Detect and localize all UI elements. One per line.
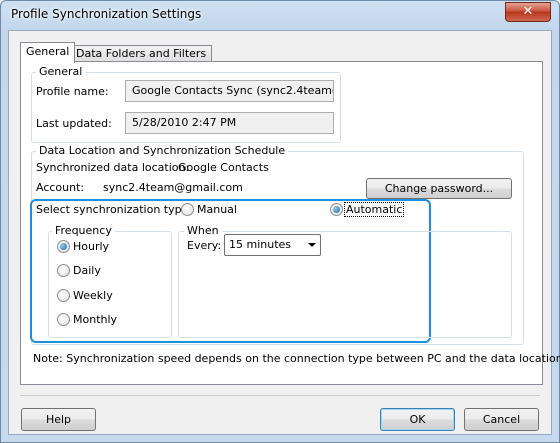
- tab-data-folders-and-filters[interactable]: Data Folders and Filters: [70, 45, 213, 62]
- close-button[interactable]: ✕: [505, 2, 551, 22]
- automatic-radio[interactable]: [330, 203, 343, 216]
- change-password-label: Change password...: [384, 182, 494, 195]
- automatic-radio-label[interactable]: Automatic: [344, 202, 405, 217]
- every-label: Every:: [187, 239, 222, 252]
- when-legend: When: [184, 224, 222, 237]
- ok-button[interactable]: OK: [380, 408, 455, 431]
- cancel-button-label: Cancel: [482, 413, 521, 426]
- ok-button-label: OK: [409, 413, 426, 426]
- account-label: Account:: [36, 181, 85, 194]
- last-updated-field: 5/28/2010 2:47 PM: [125, 112, 334, 134]
- tab-general[interactable]: General: [20, 42, 76, 63]
- cancel-button[interactable]: Cancel: [464, 408, 539, 431]
- monthly-label[interactable]: Monthly: [73, 313, 117, 326]
- last-updated-label: Last updated:: [36, 117, 112, 130]
- hourly-label[interactable]: Hourly: [73, 240, 109, 253]
- manual-radio[interactable]: [181, 203, 194, 216]
- footer-divider: [20, 395, 540, 396]
- sync-location-value: Google Contacts: [178, 161, 269, 174]
- radio-dot: [60, 243, 67, 250]
- help-button[interactable]: Help: [21, 408, 96, 431]
- radio-dot: [333, 206, 340, 213]
- profile-name-field[interactable]: Google Contacts Sync (sync2.4team@gmail.…: [125, 80, 334, 102]
- change-password-button[interactable]: Change password...: [366, 178, 512, 199]
- window-title: Profile Synchronization Settings: [11, 7, 202, 21]
- frequency-legend: Frequency: [52, 224, 115, 237]
- manual-radio-label[interactable]: Manual: [197, 203, 237, 216]
- every-dropdown[interactable]: 15 minutes: [224, 234, 321, 256]
- note-text: Note: Synchronization speed depends on t…: [33, 352, 560, 365]
- daily-radio[interactable]: [57, 264, 70, 277]
- general-group-legend: General: [36, 65, 86, 78]
- account-value: sync2.4team@gmail.com: [103, 181, 243, 194]
- every-dropdown-value: 15 minutes: [229, 238, 292, 251]
- weekly-label[interactable]: Weekly: [73, 289, 113, 302]
- profile-name-label: Profile name:: [36, 85, 109, 98]
- sync-type-label: Select synchronization type:: [36, 203, 193, 216]
- close-icon: ✕: [522, 4, 534, 19]
- weekly-radio[interactable]: [57, 289, 70, 302]
- tab-data-folders-label: Data Folders and Filters: [76, 47, 207, 60]
- tab-general-label: General: [26, 45, 70, 58]
- sync-location-label: Synchronized data location:: [36, 161, 190, 174]
- daily-label[interactable]: Daily: [73, 264, 101, 277]
- title-bar[interactable]: Profile Synchronization Settings ✕: [1, 1, 559, 29]
- hourly-radio[interactable]: [57, 240, 70, 253]
- schedule-group-legend: Data Location and Synchronization Schedu…: [36, 144, 289, 157]
- chevron-down-icon[interactable]: [308, 243, 316, 247]
- monthly-radio[interactable]: [57, 313, 70, 326]
- help-button-label: Help: [45, 413, 72, 426]
